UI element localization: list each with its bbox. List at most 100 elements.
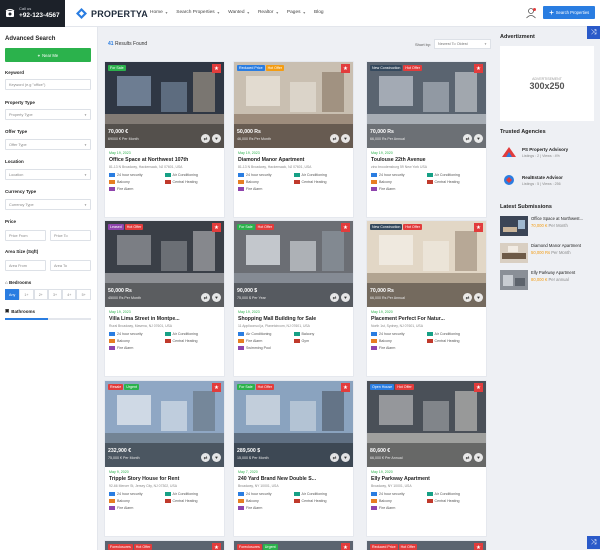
compare-icon[interactable]: ⇄	[330, 453, 339, 462]
property-title[interactable]: Diamond Manor Apartment	[238, 157, 349, 163]
property-card[interactable]: Reduced Price Hot Offer ★	[366, 540, 487, 550]
compare-icon[interactable]: ⇄	[463, 453, 472, 462]
star-icon[interactable]: ★	[212, 64, 221, 73]
star-icon[interactable]: ★	[474, 64, 483, 73]
compare-icon[interactable]: ⇄	[463, 293, 472, 302]
compare-icon[interactable]: ⇄	[201, 293, 210, 302]
nav-wanted[interactable]: Wanted ▼	[228, 10, 250, 15]
shuffle-icon[interactable]: ⤨	[587, 26, 600, 39]
star-icon[interactable]: ★	[212, 223, 221, 232]
nav-pages[interactable]: Pages ▼	[287, 10, 306, 15]
property-image[interactable]: For Sale Hot Offer ★ 90,000 $ 75,000 $ Pe…	[234, 221, 353, 307]
property-image[interactable]: Reduced Price Hot Offer ★ 50,000 Rs 46,00…	[234, 62, 353, 148]
star-icon[interactable]: ★	[474, 383, 483, 392]
heart-icon[interactable]: ♥	[212, 453, 221, 462]
compare-icon[interactable]: ⇄	[330, 293, 339, 302]
agency-item[interactable]: PS Property Advisory Listings : 2 | Views…	[500, 145, 594, 159]
offer-type-select[interactable]: Offer Type ▼	[5, 139, 91, 150]
property-type-select[interactable]: Property Type ▼	[5, 109, 91, 120]
area-from-input[interactable]: Area From	[5, 260, 46, 271]
bedroom-option-5[interactable]: 5+	[76, 289, 91, 300]
star-icon[interactable]: ★	[341, 383, 350, 392]
property-title[interactable]: Shopping Mall Building for Sale	[238, 316, 349, 322]
bedroom-option-1[interactable]: 1+	[19, 289, 34, 300]
bedrooms-selector: Any 1+ 2+ 3+ 4+ 5+	[5, 289, 91, 300]
logo[interactable]: PROPERTYA	[75, 6, 148, 21]
bedroom-option-3[interactable]: 3+	[47, 289, 63, 300]
property-card[interactable]: Resale Urgent ★ 232,900 € 75,000 € Per Mo…	[104, 380, 225, 537]
price-to-input[interactable]: Price To	[50, 230, 91, 241]
heart-icon[interactable]: ♥	[212, 293, 221, 302]
property-image[interactable]: Open House Hot Offer ★ 80,600 € 66,000 € …	[367, 381, 486, 467]
latest-submission-item[interactable]: Elly Parkway Apartment 80,000 € Per annua…	[500, 270, 594, 290]
property-card[interactable]: New Construction Hot Offer ★ 70,000 Rs 66…	[366, 61, 487, 218]
bedroom-option-4[interactable]: 4+	[62, 289, 77, 300]
badge-group: Reduced Price Hot Offer	[370, 544, 418, 550]
compare-icon[interactable]: ⇄	[201, 134, 210, 143]
near-me-button[interactable]: ⌖ Near Me	[5, 48, 91, 62]
property-title[interactable]: Elly Parkway Apartment	[371, 476, 482, 482]
latest-submission-item[interactable]: Office Space at Northwest... 70,000 € Per…	[500, 216, 594, 236]
star-icon[interactable]: ★	[474, 543, 483, 550]
property-title[interactable]: Villa Lima Street in Montpe...	[109, 316, 220, 322]
star-icon[interactable]: ★	[474, 223, 483, 232]
heart-icon[interactable]: ♥	[474, 453, 483, 462]
heart-icon[interactable]: ♥	[341, 134, 350, 143]
property-card[interactable]: New Construction Hot Offer ★ 70,000 Rs 66…	[366, 220, 487, 377]
keyword-input[interactable]: Keyword (e.g "office")	[5, 79, 91, 90]
shuffle-icon[interactable]: ⤨	[587, 536, 600, 549]
location-select[interactable]: Location ▼	[5, 169, 91, 180]
star-icon[interactable]: ★	[212, 543, 221, 550]
heart-icon[interactable]: ♥	[341, 293, 350, 302]
user-login-icon[interactable]	[525, 7, 537, 19]
property-image[interactable]: Leased Hot Offer ★ 50,000 Rs 45000 Rs Per…	[105, 221, 224, 307]
heart-icon[interactable]: ♥	[341, 453, 350, 462]
bathrooms-slider[interactable]	[5, 318, 91, 320]
property-title[interactable]: Toulouse 22th Avenue	[371, 157, 482, 163]
property-title[interactable]: Office Space at Northwest 107th	[109, 157, 220, 163]
heart-icon[interactable]: ♥	[212, 134, 221, 143]
property-card[interactable]: Foreclosures Urgent ★	[233, 540, 354, 550]
bedroom-option-any[interactable]: Any	[5, 289, 20, 300]
nav-search-properties[interactable]: Search Properties ▼	[176, 10, 220, 15]
star-icon[interactable]: ★	[341, 543, 350, 550]
area-to-input[interactable]: Area To	[50, 260, 91, 271]
price-from-input[interactable]: Price From	[5, 230, 46, 241]
property-image[interactable]: New Construction Hot Offer ★ 70,000 Rs 66…	[367, 62, 486, 148]
property-card[interactable]: For Sale Hot Offer ★ 90,000 $ 75,000 $ Pe…	[233, 220, 354, 377]
property-card[interactable]: Leased Hot Offer ★ 50,000 Rs 45000 Rs Per…	[104, 220, 225, 377]
heart-icon[interactable]: ♥	[474, 293, 483, 302]
star-icon[interactable]: ★	[341, 64, 350, 73]
feature-item: Air Conditioning	[293, 492, 350, 496]
latest-submission-item[interactable]: Diamond Manor Apartment 50,000 Rs Per Mon…	[500, 243, 594, 263]
phone-number[interactable]: +92-123-4567	[19, 12, 60, 19]
compare-icon[interactable]: ⇄	[330, 134, 339, 143]
star-icon[interactable]: ★	[212, 383, 221, 392]
property-card[interactable]: Foreclosures Hot Offer ★	[104, 540, 225, 550]
bedroom-option-2[interactable]: 2+	[33, 289, 48, 300]
star-icon[interactable]: ★	[341, 223, 350, 232]
property-title[interactable]: Placement Perfect For Natur...	[371, 316, 482, 322]
property-card[interactable]: For Sale Hot Offer ★ 289,500 $ 15,000 $ P…	[233, 380, 354, 537]
nav-realtor[interactable]: Realtor ▼	[258, 10, 279, 15]
property-card[interactable]: For Sale ★ 70,000 € 69000 € Per Month ⇄ …	[104, 61, 225, 218]
property-card[interactable]: Reduced Price Hot Offer ★ 50,000 Rs 46,00…	[233, 61, 354, 218]
sort-select[interactable]: Newest To Oldest ▼	[434, 39, 492, 49]
property-card[interactable]: Open House Hot Offer ★ 80,600 € 66,000 € …	[366, 380, 487, 537]
search-properties-button[interactable]: Search Properties	[543, 6, 595, 19]
agency-item[interactable]: RealEstate Advisor Listings : 5 | Views :…	[500, 173, 594, 187]
property-image[interactable]: For Sale ★ 70,000 € 69000 € Per Month ⇄ …	[105, 62, 224, 148]
ad-banner[interactable]: ADVERTISEMENT 300x250	[500, 46, 594, 121]
property-title[interactable]: Tripple Story House for Rent	[109, 476, 220, 482]
property-image[interactable]: For Sale Hot Offer ★ 289,500 $ 15,000 $ P…	[234, 381, 353, 467]
call-box[interactable]: Call us +92-123-4567	[0, 0, 65, 27]
compare-icon[interactable]: ⇄	[201, 453, 210, 462]
property-image[interactable]: Resale Urgent ★ 232,900 € 75,000 € Per Mo…	[105, 381, 224, 467]
property-image[interactable]: New Construction Hot Offer ★ 70,000 Rs 66…	[367, 221, 486, 307]
compare-icon[interactable]: ⇄	[463, 134, 472, 143]
nav-blog[interactable]: Blog	[314, 10, 324, 15]
heart-icon[interactable]: ♥	[474, 134, 483, 143]
nav-home[interactable]: Home ▼	[150, 10, 168, 15]
currency-select[interactable]: Currency Type ▼	[5, 199, 91, 210]
property-title[interactable]: 240 Yard Brand New Double S...	[238, 476, 349, 482]
